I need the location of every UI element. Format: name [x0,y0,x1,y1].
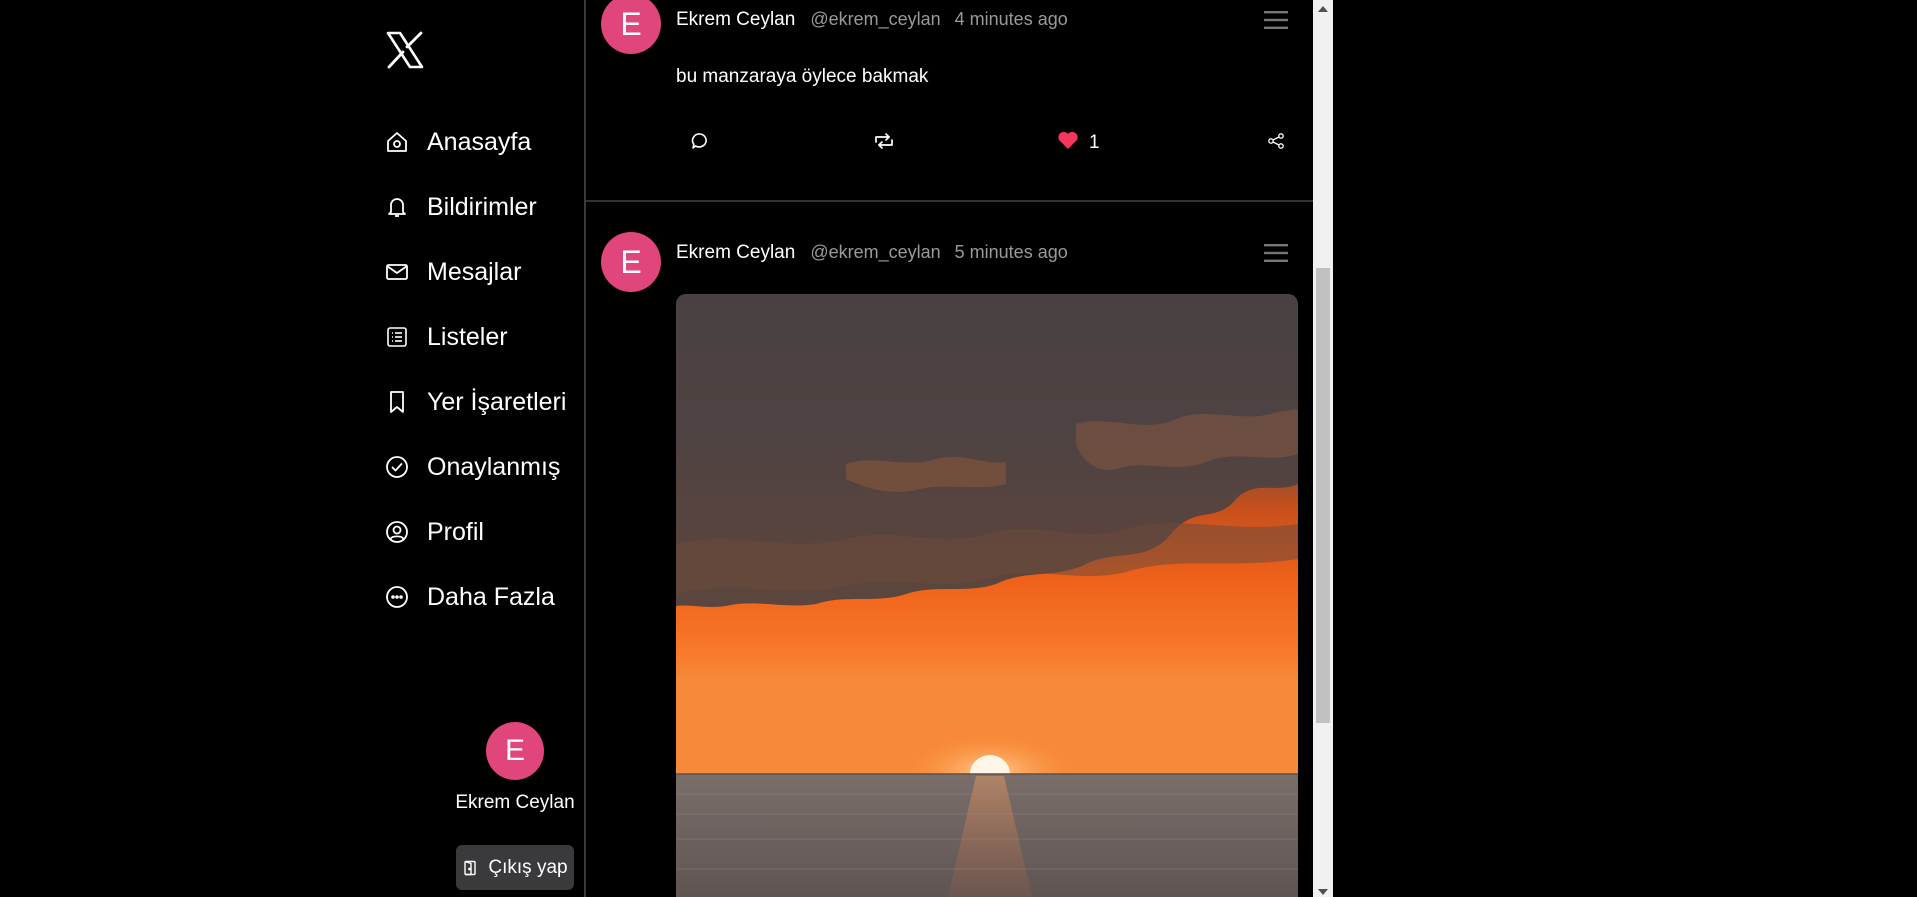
person-circle-icon [384,519,410,545]
post-divider [586,200,1313,202]
sidebar-item-label: Onaylanmış [427,452,561,481]
sidebar-item-more[interactable]: Daha Fazla [384,577,555,617]
author-handle[interactable]: @ekrem_ceylan [810,9,940,30]
bell-icon [384,194,410,220]
comment-icon [690,131,710,156]
sidebar-item-label: Profil [427,517,484,546]
current-user[interactable]: E Ekrem Ceylan [440,722,590,814]
author-name[interactable]: Ekrem Ceylan [676,9,795,31]
sidebar-item-label: Daha Fazla [427,582,555,611]
post-menu-icon[interactable] [1264,243,1288,263]
sidebar-item-profile[interactable]: Profil [384,512,484,552]
scrollbar-thumb[interactable] [1316,268,1330,723]
sidebar-item-label: Yer İşaretleri [427,387,567,416]
sidebar-item-bookmarks[interactable]: Yer İşaretleri [384,382,566,422]
bookmark-icon [384,389,410,415]
more-circle-icon [384,584,410,610]
envelope-icon [384,259,410,285]
sidebar-item-label: Bildirimler [427,192,537,221]
post-author-avatar[interactable]: E [601,0,661,54]
sidebar-item-home[interactable]: Anasayfa [384,122,531,162]
x-logo-icon[interactable] [385,30,425,70]
post-meta: Ekrem Ceylan @ekrem_ceylan 5 minutes ago [676,242,1068,264]
heart-filled-icon [1057,130,1079,155]
share-icon [1266,131,1286,156]
retweet-icon [873,131,895,156]
author-handle[interactable]: @ekrem_ceylan [810,242,940,263]
sidebar-item-label: Anasayfa [427,127,532,156]
avatar[interactable]: E [601,0,661,54]
share-button[interactable] [1266,131,1286,156]
author-name[interactable]: Ekrem Ceylan [676,242,795,264]
post-time: 4 minutes ago [954,9,1068,29]
retweet-button[interactable] [873,131,895,156]
post-author-avatar[interactable]: E [601,232,661,292]
avatar[interactable]: E [601,232,661,292]
post-text: bu manzaraya öylece bakmak [676,66,929,87]
like-button[interactable]: 1 [1057,130,1100,155]
reply-button[interactable] [690,131,710,156]
post-image-sunset[interactable] [676,294,1298,897]
logout-button[interactable]: Çıkış yap [456,845,574,890]
sidebar-item-verified[interactable]: Onaylanmış [384,447,560,487]
user-avatar[interactable]: E [486,722,544,780]
sidebar-item-label: Listeler [427,322,508,351]
logout-label: Çıkış yap [488,856,568,878]
home-icon [384,129,410,155]
door-icon [462,860,478,876]
sidebar-item-lists[interactable]: Listeler [384,317,508,357]
scroll-down-arrow-icon[interactable] [1318,889,1328,895]
scroll-up-arrow-icon[interactable] [1318,6,1328,12]
user-name: Ekrem Ceylan [455,792,575,813]
post-time: 5 minutes ago [954,242,1068,262]
list-icon [384,324,410,350]
feed[interactable]: E Ekrem Ceylan @ekrem_ceylan 4 minutes a… [586,0,1313,897]
vertical-scrollbar[interactable] [1313,0,1333,897]
sidebar-item-messages[interactable]: Mesajlar [384,252,521,292]
check-circle-icon [384,454,410,480]
sidebar-item-label: Mesajlar [427,257,522,286]
post-menu-icon[interactable] [1264,10,1288,30]
sidebar-item-notifications[interactable]: Bildirimler [384,187,537,227]
post-meta: Ekrem Ceylan @ekrem_ceylan 4 minutes ago [676,9,1068,31]
like-count: 1 [1089,131,1100,153]
